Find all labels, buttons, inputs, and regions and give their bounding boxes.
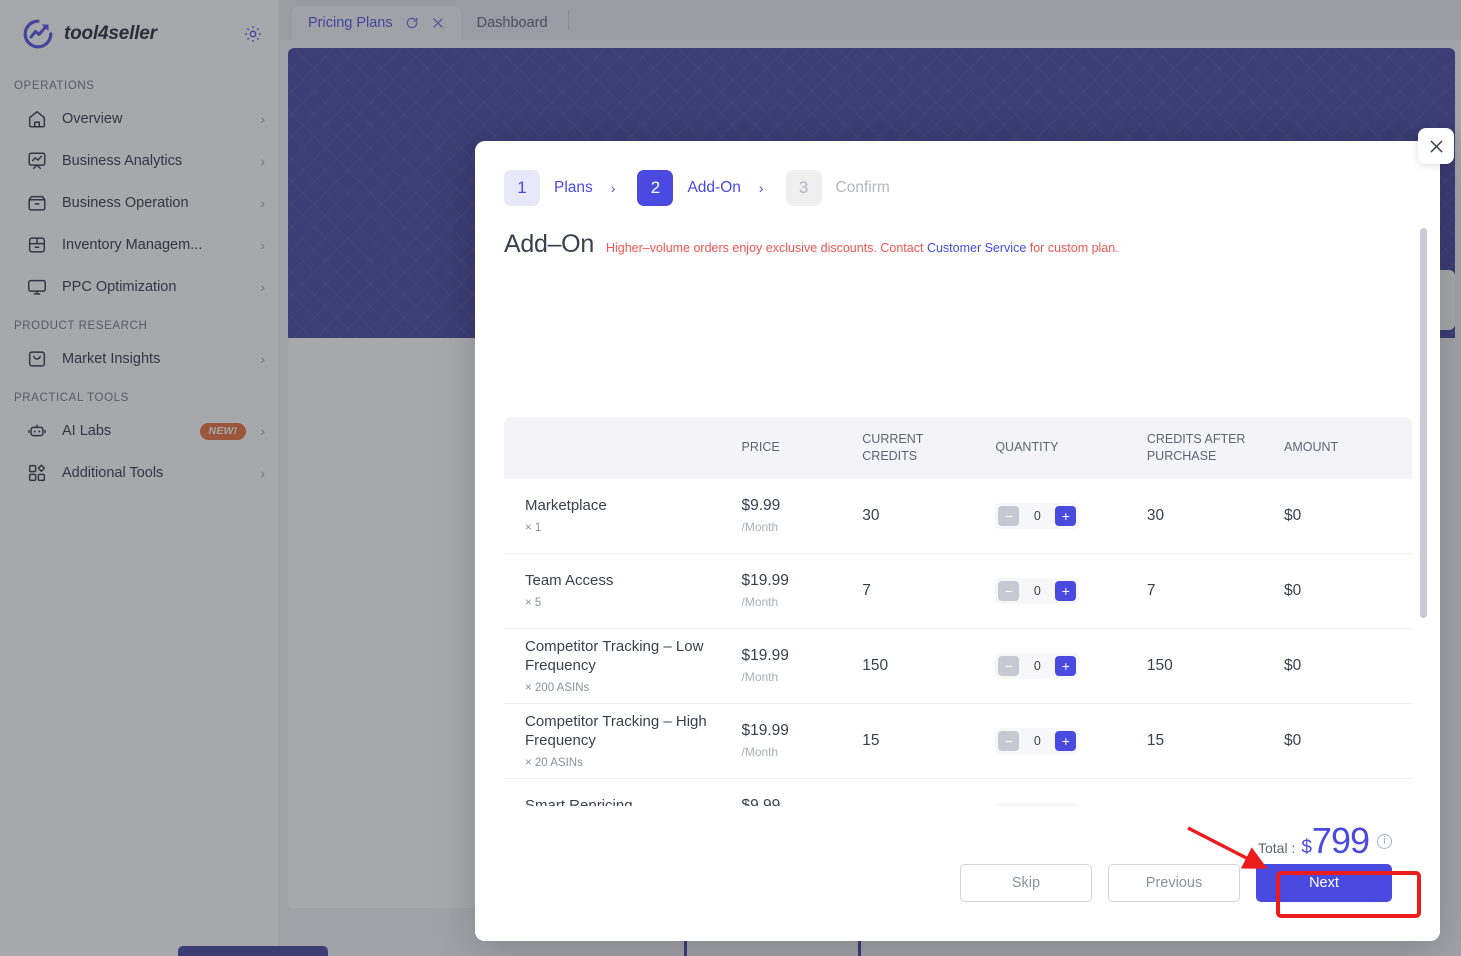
quantity-decrement-button[interactable]: − xyxy=(998,581,1019,601)
step-addon[interactable]: 2 Add-On xyxy=(637,170,740,206)
cell-current-credits: 15 xyxy=(862,703,995,778)
cell-credits-after-purchase: 30 xyxy=(1147,479,1284,554)
quantity-value[interactable]: 0 xyxy=(1019,584,1055,598)
column-header-line2: PURCHASE xyxy=(1147,448,1284,465)
quantity-increment-button[interactable]: + xyxy=(1055,656,1076,676)
column-header-quantity: QUANTITY xyxy=(995,417,1147,479)
cell-price: $19.99/Month xyxy=(741,628,862,703)
cell-current-credits: 7 xyxy=(862,553,995,628)
cell-price: $19.99/Month xyxy=(741,703,862,778)
table-header-row: PRICE CURRENT CREDITS QUANTITY CREDITS A… xyxy=(504,417,1412,479)
step-label: Confirm xyxy=(836,179,890,197)
step-number: 2 xyxy=(637,170,673,206)
cell-credits-after-purchase: 7 xyxy=(1147,553,1284,628)
cell-quantity: −0+ xyxy=(995,479,1147,554)
section-note: Higher–volume orders enjoy exclusive dis… xyxy=(606,241,1119,255)
column-header-line1: CREDITS AFTER xyxy=(1147,431,1284,448)
cell-quantity: −0+ xyxy=(995,553,1147,628)
column-header-line2: CREDITS xyxy=(862,448,995,465)
quantity-stepper[interactable]: −0+ xyxy=(995,653,1079,679)
quantity-decrement-button[interactable]: − xyxy=(998,731,1019,751)
skip-button[interactable]: Skip xyxy=(960,864,1092,902)
quantity-increment-button[interactable]: + xyxy=(1055,581,1076,601)
section-header: Add–On Higher–volume orders enjoy exclus… xyxy=(475,206,1440,259)
cell-name: Team Access× 5 xyxy=(504,553,741,628)
quantity-value[interactable]: 0 xyxy=(1019,659,1055,673)
next-button[interactable]: Next xyxy=(1256,864,1392,902)
step-label: Add-On xyxy=(687,179,740,197)
previous-button[interactable]: Previous xyxy=(1108,864,1240,902)
column-header-price: PRICE xyxy=(741,417,862,479)
total-value: 799 xyxy=(1312,820,1369,862)
table-row: Team Access× 5$19.99/Month7−0+7$0 xyxy=(504,553,1412,628)
cell-current-credits: 30 xyxy=(862,479,995,554)
column-header-line1: CURRENT xyxy=(862,431,995,448)
cell-amount: $0 xyxy=(1284,479,1412,554)
quantity-increment-button[interactable]: + xyxy=(1055,506,1076,526)
step-number: 3 xyxy=(786,170,822,206)
cell-name: Competitor Tracking – High Frequency× 20… xyxy=(504,703,741,778)
column-header-current-credits: CURRENT CREDITS xyxy=(862,417,995,479)
section-note-pre: Higher–volume orders enjoy exclusive dis… xyxy=(606,241,927,255)
quantity-increment-button[interactable]: + xyxy=(1055,731,1076,751)
cell-credits-after-purchase: 150 xyxy=(1147,628,1284,703)
step-number: 1 xyxy=(504,170,540,206)
step-confirm[interactable]: 3 Confirm xyxy=(786,170,890,206)
cell-quantity: −0+ xyxy=(995,628,1147,703)
modal-scrollbar[interactable] xyxy=(1420,228,1427,618)
step-label: Plans xyxy=(554,179,593,197)
quantity-value[interactable]: 0 xyxy=(1019,509,1055,523)
cell-amount: $0 xyxy=(1284,553,1412,628)
section-title: Add–On xyxy=(504,230,594,259)
chevron-right-icon: › xyxy=(759,180,764,196)
quantity-stepper[interactable]: −0+ xyxy=(995,578,1079,604)
quantity-stepper[interactable]: −0+ xyxy=(995,503,1079,529)
cell-current-credits: 150 xyxy=(862,628,995,703)
step-plans[interactable]: 1 Plans xyxy=(504,170,593,206)
app-root: tool4seller OPERATIONS Overview › xyxy=(0,0,1461,956)
quantity-decrement-button[interactable]: − xyxy=(998,656,1019,676)
cell-name: Marketplace× 1 xyxy=(504,479,741,554)
table-row: Marketplace× 1$9.99/Month30−0+30$0 xyxy=(504,479,1412,554)
cell-price: $19.99/Month xyxy=(741,553,862,628)
cell-credits-after-purchase: 15 xyxy=(1147,703,1284,778)
section-note-post: for custom plan. xyxy=(1026,241,1118,255)
column-header-credits-after-purchase: CREDITS AFTER PURCHASE xyxy=(1147,417,1284,479)
modal-footer: Total : $ 799 i Skip Previous Next xyxy=(475,806,1440,941)
addon-modal: 1 Plans › 2 Add-On › 3 Confirm Add–On Hi… xyxy=(475,141,1440,941)
step-indicator: 1 Plans › 2 Add-On › 3 Confirm xyxy=(475,141,1440,206)
info-icon[interactable]: i xyxy=(1377,834,1392,849)
cell-price: $9.99/Month xyxy=(741,479,862,554)
total-display: Total : $ 799 i xyxy=(1258,820,1392,862)
quantity-decrement-button[interactable]: − xyxy=(998,506,1019,526)
chevron-right-icon: › xyxy=(611,180,616,196)
cell-quantity: −0+ xyxy=(995,703,1147,778)
table-header: PRICE CURRENT CREDITS QUANTITY CREDITS A… xyxy=(504,417,1412,479)
cell-name: Competitor Tracking – Low Frequency× 200… xyxy=(504,628,741,703)
column-header-amount: AMOUNT xyxy=(1284,417,1412,479)
quantity-value[interactable]: 0 xyxy=(1019,734,1055,748)
table-row: Competitor Tracking – Low Frequency× 200… xyxy=(504,628,1412,703)
total-label: Total : xyxy=(1258,840,1295,856)
cell-amount: $0 xyxy=(1284,628,1412,703)
total-currency: $ xyxy=(1301,837,1312,859)
table-row: Competitor Tracking – High Frequency× 20… xyxy=(504,703,1412,778)
quantity-stepper[interactable]: −0+ xyxy=(995,728,1079,754)
column-header-name xyxy=(504,417,741,479)
customer-service-link[interactable]: Customer Service xyxy=(927,241,1026,255)
close-modal-button[interactable] xyxy=(1418,128,1454,164)
footer-buttons: Skip Previous Next xyxy=(960,864,1392,902)
cell-amount: $0 xyxy=(1284,703,1412,778)
